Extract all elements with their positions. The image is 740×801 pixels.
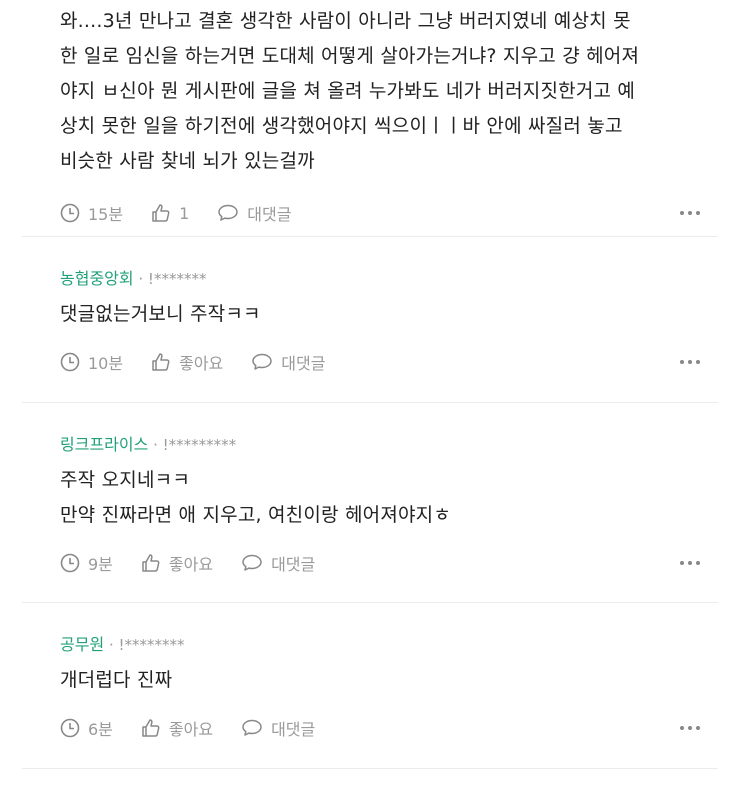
more-options-button[interactable] [680, 561, 700, 565]
clock-icon [60, 203, 80, 223]
comment-text: 개더럽다 진짜 [60, 669, 173, 691]
comment-time: 10분 [60, 350, 123, 374]
comment-author[interactable]: 농협중앙회 [60, 269, 134, 288]
thumbs-up-icon [152, 204, 170, 222]
comment-text: 댓글없는거보니 주작ㅋㅋ [60, 303, 261, 325]
reply-button[interactable]: 대댓글 [241, 551, 315, 575]
speech-bubble-icon [252, 353, 273, 370]
comment-masked-id: · !******** [108, 636, 185, 654]
comment-time: 15분 [60, 201, 123, 225]
like-button[interactable]: 좋아요 [141, 716, 213, 740]
thumbs-up-icon [142, 719, 160, 737]
more-icon [680, 360, 684, 364]
comment-text: 주작 오지네ㅋㅋ 만약 진짜라면 애 지우고, 여친이랑 헤어져야지ㅎ [60, 469, 452, 526]
speech-bubble-icon [242, 719, 262, 736]
comment-author-line: 공무원 · !******** [60, 633, 718, 657]
reply-button[interactable]: 대댓글 [217, 201, 291, 225]
comment-masked-id: · !********* [153, 436, 237, 454]
clock-icon [60, 553, 80, 573]
thumbs-up-icon [152, 353, 170, 371]
comment-actions: 6분 좋아요 대댓글 [60, 708, 718, 748]
clock-icon [60, 718, 80, 738]
reply-button[interactable]: 대댓글 [241, 716, 315, 740]
comment-author[interactable]: 링크프라이스 [60, 435, 148, 454]
reply-label: 대댓글 [271, 555, 316, 574]
like-button[interactable]: 좋아요 [151, 350, 223, 374]
clock-icon [60, 352, 80, 372]
comment-actions: 9분 좋아요 대댓글 [60, 543, 718, 583]
more-icon [680, 211, 684, 215]
more-options-button[interactable] [680, 360, 700, 364]
more-icon [680, 561, 684, 565]
comment-item: 농협중앙회 · !******* 댓글없는거보니 주작ㅋㅋ 10분 좋아요 대댓… [22, 237, 718, 403]
thumbs-up-icon [142, 554, 160, 572]
like-button[interactable]: 좋아요 [141, 551, 213, 575]
comment-time-text: 15분 [88, 205, 124, 224]
reply-label: 대댓글 [271, 720, 316, 739]
reply-button[interactable]: 대댓글 [251, 350, 325, 374]
like-label: 좋아요 [179, 354, 224, 373]
comment-item: 공무원 · !******** 개더럽다 진짜 6분 좋아요 대댓글 [22, 603, 718, 769]
comment-author-line: 링크프라이스 · !********* [60, 433, 718, 457]
comment-time-text: 10분 [88, 354, 124, 373]
comment-time-text: 9분 [88, 555, 113, 574]
comment-author-line: 농협중앙회 · !******* [60, 267, 718, 291]
reply-label: 대댓글 [247, 205, 292, 224]
like-button[interactable]: 1 [151, 203, 189, 223]
comment-time-text: 6분 [88, 720, 113, 739]
reply-label: 대댓글 [281, 354, 326, 373]
more-options-button[interactable] [680, 211, 700, 215]
comment-item: 링크프라이스 · !********* 주작 오지네ㅋㅋ 만약 진짜라면 애 지… [22, 403, 718, 603]
more-options-button[interactable] [680, 726, 700, 730]
comment-text: 와....3년 만나고 결혼 생각한 사람이 아니라 그냥 버러지였네 예상치 … [60, 10, 640, 172]
speech-bubble-icon [242, 554, 262, 571]
comment-list: 와....3년 만나고 결혼 생각한 사람이 아니라 그냥 버러지였네 예상치 … [0, 0, 740, 769]
more-icon [680, 726, 684, 730]
like-label: 좋아요 [168, 555, 214, 574]
comment-time: 6분 [60, 716, 113, 740]
comment-actions: 15분 1 대댓글 [60, 193, 718, 233]
like-count: 1 [179, 203, 190, 223]
speech-bubble-icon [218, 204, 239, 221]
comment-item: 와....3년 만나고 결혼 생각한 사람이 아니라 그냥 버러지였네 예상치 … [22, 0, 718, 237]
comment-masked-id: · !******* [138, 270, 207, 288]
comment-author[interactable]: 공무원 [60, 635, 104, 654]
like-label: 좋아요 [168, 720, 214, 739]
comment-actions: 10분 좋아요 대댓글 [60, 342, 718, 382]
comment-time: 9분 [60, 551, 113, 575]
